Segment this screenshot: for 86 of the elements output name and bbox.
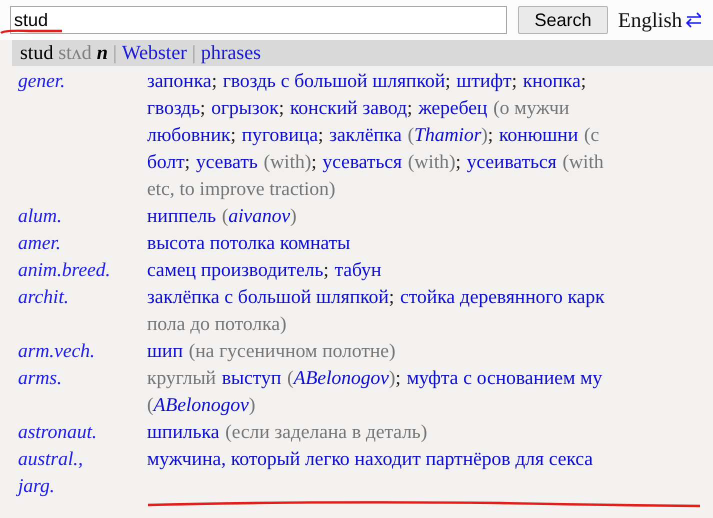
translation-link[interactable]: стойка деревянного карк	[400, 287, 605, 308]
usage-note: )	[481, 125, 488, 146]
translation-link[interactable]: конский завод	[290, 98, 408, 119]
swap-arrows-icon[interactable]	[686, 11, 702, 29]
usage-note: (	[287, 368, 294, 389]
author-link[interactable]: ABelonogov	[294, 368, 389, 389]
translation-link[interactable]: заклёпка	[329, 125, 402, 146]
transcription: stʌd	[58, 42, 92, 64]
usage-note: (	[222, 206, 228, 227]
translation-link[interactable]: самец производитель	[147, 260, 324, 281]
language-link[interactable]: English	[618, 8, 682, 32]
translation-link[interactable]: усевать	[196, 152, 258, 173]
separator-text: ;	[323, 260, 329, 281]
separator-text: ;	[407, 98, 412, 119]
translation-link[interactable]: ниппель	[147, 206, 216, 227]
author-link[interactable]: aivanov	[228, 206, 290, 227]
usage-note: пола до потолка)	[147, 314, 286, 335]
translation-link[interactable]: гвоздь	[147, 98, 200, 119]
header-link[interactable]: Webster	[122, 42, 187, 64]
separator-text: ;	[488, 125, 494, 146]
usage-note: круглый	[147, 368, 216, 389]
subject-label[interactable]: gener.	[18, 68, 118, 203]
translation-link[interactable]: муфта с основанием му	[406, 368, 602, 389]
separator-text: ;	[455, 152, 461, 173]
translation-link[interactable]: табун	[334, 260, 382, 281]
usage-note: )	[388, 368, 396, 389]
subject-label[interactable]: alum.	[18, 203, 118, 230]
separator-text: |	[112, 42, 117, 64]
usage-note: etc, to improve traction)	[147, 179, 336, 200]
translation-link[interactable]: шпилька	[147, 422, 220, 443]
translation-link[interactable]: кнопка	[522, 71, 581, 92]
translation-link[interactable]: болт	[147, 152, 185, 173]
usage-note: (если заделана в деталь)	[225, 422, 428, 443]
search-button[interactable]: Search	[518, 6, 608, 34]
underline-mark	[0, 30, 62, 34]
subject-label[interactable]: arm.vech.	[18, 338, 118, 365]
part-of-speech: n	[96, 42, 108, 64]
usage-note: (на гусеничном полотне)	[188, 341, 396, 362]
headword: stud	[20, 42, 54, 64]
search-field[interactable]: stud	[10, 6, 507, 34]
translation-link[interactable]: запонка	[147, 71, 212, 92]
subject-label[interactable]: anim.breed.	[18, 257, 118, 284]
translation-link[interactable]: заклёпка с большой шляпкой	[147, 287, 389, 308]
separator-text: |	[192, 42, 196, 64]
separator-text: ;	[278, 98, 284, 119]
separator-text: ;	[388, 287, 394, 308]
author-link[interactable]: ABelonogov	[154, 395, 249, 416]
author-link[interactable]: Thamior	[414, 125, 482, 146]
subject-label[interactable]: austral., jarg.	[18, 446, 118, 500]
translation-link[interactable]: конюшни	[499, 125, 578, 146]
usage-note: )	[290, 206, 297, 227]
translation-link[interactable]: штифт	[456, 71, 512, 92]
translation-link[interactable]: шип	[147, 341, 183, 362]
separator-text: ;	[311, 152, 317, 173]
usage-note: (с	[584, 125, 600, 146]
separator-text: ;	[395, 368, 401, 389]
subject-label[interactable]: arms.	[18, 365, 118, 419]
usage-note: (with)	[264, 152, 312, 173]
separator-text: ;	[200, 98, 206, 119]
translation-link[interactable]: высота потолка комнаты	[147, 233, 350, 254]
usage-note: (	[147, 395, 154, 416]
separator-text: ;	[184, 152, 190, 173]
translation-link[interactable]: огрызок	[211, 98, 279, 119]
usage-note: (	[408, 125, 414, 146]
separator-text: ;	[230, 125, 236, 146]
subject-label[interactable]: astronaut.	[18, 419, 118, 446]
separator-text: ;	[512, 71, 517, 92]
header-link[interactable]: phrases	[200, 42, 261, 64]
translation-link[interactable]: гвоздь с большой шляпкой	[222, 71, 446, 92]
translation-link[interactable]: выступ	[222, 368, 282, 389]
separator-text: ;	[212, 71, 217, 92]
separator-text: ;	[445, 71, 451, 92]
translation-link[interactable]: жеребец	[418, 98, 488, 119]
subject-label[interactable]: amer.	[18, 230, 118, 257]
usage-note: (with	[562, 152, 604, 173]
separator-text: ;	[580, 71, 586, 92]
usage-note: (with)	[408, 152, 456, 173]
translation-link[interactable]: усеиваться	[466, 152, 557, 173]
translation-link[interactable]: пуговица	[242, 125, 318, 146]
translation-link[interactable]: усеваться	[322, 152, 402, 173]
subject-label[interactable]: archit.	[18, 284, 118, 338]
usage-note: )	[248, 395, 256, 416]
translation-link[interactable]: мужчина, который легко находит партнёров для секса	[147, 449, 593, 470]
separator-text: ;	[318, 125, 324, 146]
usage-note: (о мужчи	[493, 98, 570, 119]
translation-link[interactable]: любовник	[147, 125, 231, 146]
